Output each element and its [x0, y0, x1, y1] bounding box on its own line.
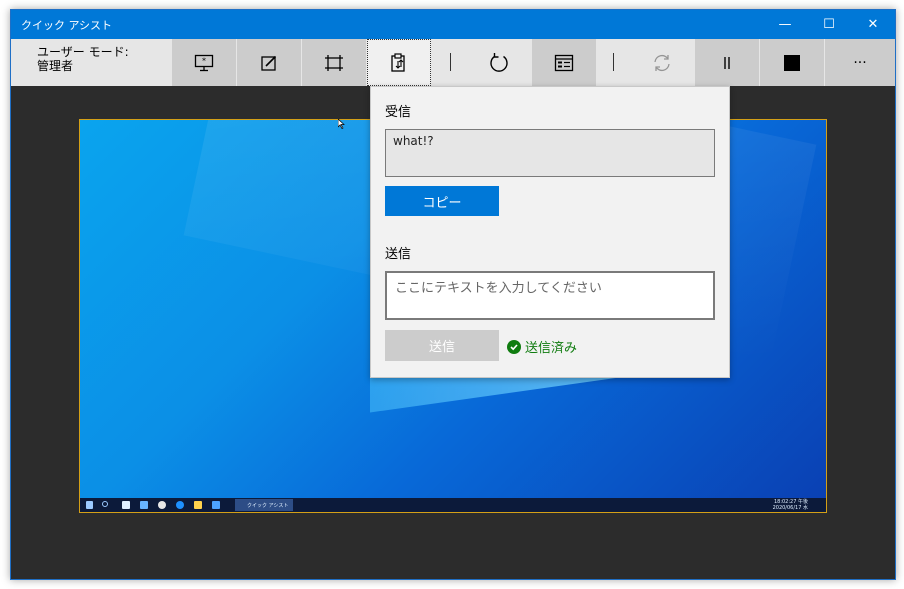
clipboard-button[interactable]: [367, 39, 431, 86]
pause-button[interactable]: [695, 39, 759, 86]
annotate-button[interactable]: [237, 39, 301, 86]
user-mode-value: 管理者: [37, 59, 74, 73]
mouse-cursor-icon: [338, 119, 345, 129]
actual-size-button[interactable]: [302, 39, 366, 86]
checkmark-icon: [507, 339, 521, 354]
reconnect-button[interactable]: [630, 39, 694, 86]
mail-icon: [212, 501, 220, 509]
send-label: 送信: [385, 247, 412, 262]
maximize-icon: ☐: [823, 17, 835, 32]
clock-date: 2020/06/17 水: [772, 505, 808, 511]
more-icon: ···: [853, 54, 867, 71]
toolbar-separator: [450, 53, 451, 71]
toolbar: ユーザー モード: 管理者 * ···: [11, 39, 895, 86]
task-view-icon: [122, 501, 130, 509]
toolbar-separator: [613, 53, 614, 71]
close-button[interactable]: ✕: [851, 10, 895, 39]
restart-icon: [490, 52, 508, 72]
remote-taskbar: クイック アシスト 18:02:27 午後 2020/06/17 水: [80, 498, 826, 512]
task-manager-button[interactable]: [532, 39, 596, 86]
pause-icon: [724, 56, 730, 69]
send-status-text: 送信済み: [525, 341, 578, 356]
annotate-icon: [261, 55, 277, 71]
minimize-icon: —: [778, 17, 792, 32]
received-text-box: what!?: [385, 129, 715, 177]
taskbar-clock: 18:02:27 午後 2020/06/17 水: [773, 499, 808, 511]
select-monitor-button[interactable]: *: [172, 39, 236, 86]
settings-icon: [158, 501, 166, 509]
stop-icon: [784, 54, 800, 71]
task-manager-icon: [554, 54, 574, 71]
more-button[interactable]: ···: [825, 39, 895, 86]
stop-button[interactable]: [760, 39, 824, 86]
send-status: 送信済み: [507, 337, 577, 356]
maximize-button[interactable]: ☐: [807, 10, 851, 39]
explorer-icon: [194, 501, 202, 509]
select-monitor-icon: *: [194, 54, 214, 71]
minimize-button[interactable]: —: [763, 10, 807, 39]
edge-icon: [176, 501, 184, 509]
start-icon: [86, 501, 93, 509]
store-icon: [140, 501, 148, 509]
actual-size-icon: [325, 54, 343, 71]
copy-button[interactable]: コピー: [385, 186, 499, 216]
title-bar: クイック アシスト — ☐ ✕: [11, 10, 895, 39]
svg-text:*: *: [202, 56, 206, 65]
clipboard-icon: [391, 52, 405, 72]
window-title: クイック アシスト: [21, 19, 113, 32]
search-icon: [102, 501, 108, 507]
clipboard-panel: 受信 what!? コピー 送信 ここにテキストを入力してください 送信 送信済…: [370, 86, 730, 378]
user-mode-label: ユーザー モード: 管理者: [37, 45, 129, 73]
taskbar-quick-assist: クイック アシスト: [235, 499, 293, 511]
send-button[interactable]: 送信: [385, 330, 499, 361]
quick-assist-window: クイック アシスト — ☐ ✕ ユーザー モード: 管理者 * ··· クイック…: [10, 9, 896, 580]
send-text-input[interactable]: ここにテキストを入力してください: [385, 271, 715, 320]
restart-button[interactable]: [467, 39, 531, 86]
receive-label: 受信: [385, 105, 412, 120]
reconnect-icon: [654, 54, 670, 71]
user-mode-title: ユーザー モード:: [37, 45, 129, 59]
close-icon: ✕: [867, 17, 879, 32]
